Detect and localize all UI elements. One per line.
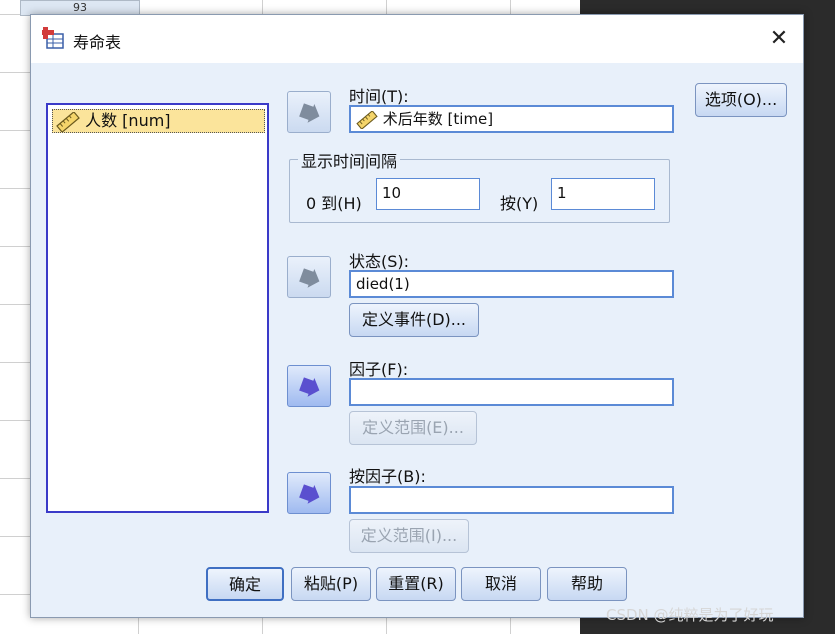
close-button[interactable]: ✕ [765, 25, 793, 53]
status-label: 状态(S): [349, 252, 410, 271]
display-interval-group: 显示时间间隔 0 到(H) 10 按(Y) 1 [289, 148, 670, 223]
factor-label: 因子(F): [349, 360, 409, 379]
close-icon: ✕ [769, 26, 789, 51]
time-field[interactable]: 术后年数 [time] [349, 105, 674, 133]
time-label: 时间(T): [349, 87, 409, 106]
title-bar: 寿命表 ✕ [31, 15, 803, 63]
dialog-body: 人数 [num] 时间(T): 术后年数 [time] 选项(O)... 显示时… [31, 63, 803, 617]
from-label: 0 到(H) [306, 194, 362, 213]
status-field[interactable]: died(1) [349, 270, 674, 298]
interval-end-field[interactable]: 10 [376, 178, 480, 210]
by-factor-label: 按因子(B): [349, 467, 426, 486]
ruler-scale-icon [56, 111, 80, 132]
cancel-button[interactable]: 取消 [461, 567, 541, 601]
variable-source-list[interactable]: 人数 [num] [46, 103, 269, 513]
arrow-right-icon [299, 103, 320, 123]
move-to-by-factor-button[interactable] [287, 472, 331, 514]
life-table-app-icon [42, 27, 64, 49]
define-range-factor-button[interactable]: 定义范围(E)... [349, 411, 477, 445]
move-to-time-button[interactable] [287, 91, 331, 133]
list-item-label: 人数 [num] [85, 111, 171, 130]
time-field-value: 术后年数 [time] [382, 110, 494, 128]
list-item[interactable]: 人数 [num] [52, 109, 265, 133]
by-factor-field[interactable] [349, 486, 674, 514]
arrow-right-icon [299, 268, 320, 288]
watermark: CSDN @纯粹是为了好玩 [606, 606, 774, 624]
arrow-right-icon [299, 484, 320, 504]
reset-button[interactable]: 重置(R) [376, 567, 456, 601]
define-range-by-factor-button[interactable]: 定义范围(I)... [349, 519, 469, 553]
paste-button[interactable]: 粘贴(P) [291, 567, 371, 601]
options-button[interactable]: 选项(O)... [695, 83, 787, 117]
help-button[interactable]: 帮助 [547, 567, 627, 601]
interval-step-field[interactable]: 1 [551, 178, 655, 210]
move-to-factor-button[interactable] [287, 365, 331, 407]
ok-button[interactable]: 确定 [206, 567, 284, 601]
life-table-dialog: 寿命表 ✕ 人数 [num] 时间(T): 术后年数 [time] 选项(O).… [30, 14, 804, 618]
define-event-button[interactable]: 定义事件(D)... [349, 303, 479, 337]
factor-field[interactable] [349, 378, 674, 406]
ruler-scale-icon [356, 110, 378, 129]
move-to-status-button[interactable] [287, 256, 331, 298]
arrow-right-icon [299, 377, 320, 397]
group-title: 显示时间间隔 [298, 148, 401, 172]
by-label: 按(Y) [500, 194, 539, 213]
dialog-title: 寿命表 [73, 33, 122, 52]
